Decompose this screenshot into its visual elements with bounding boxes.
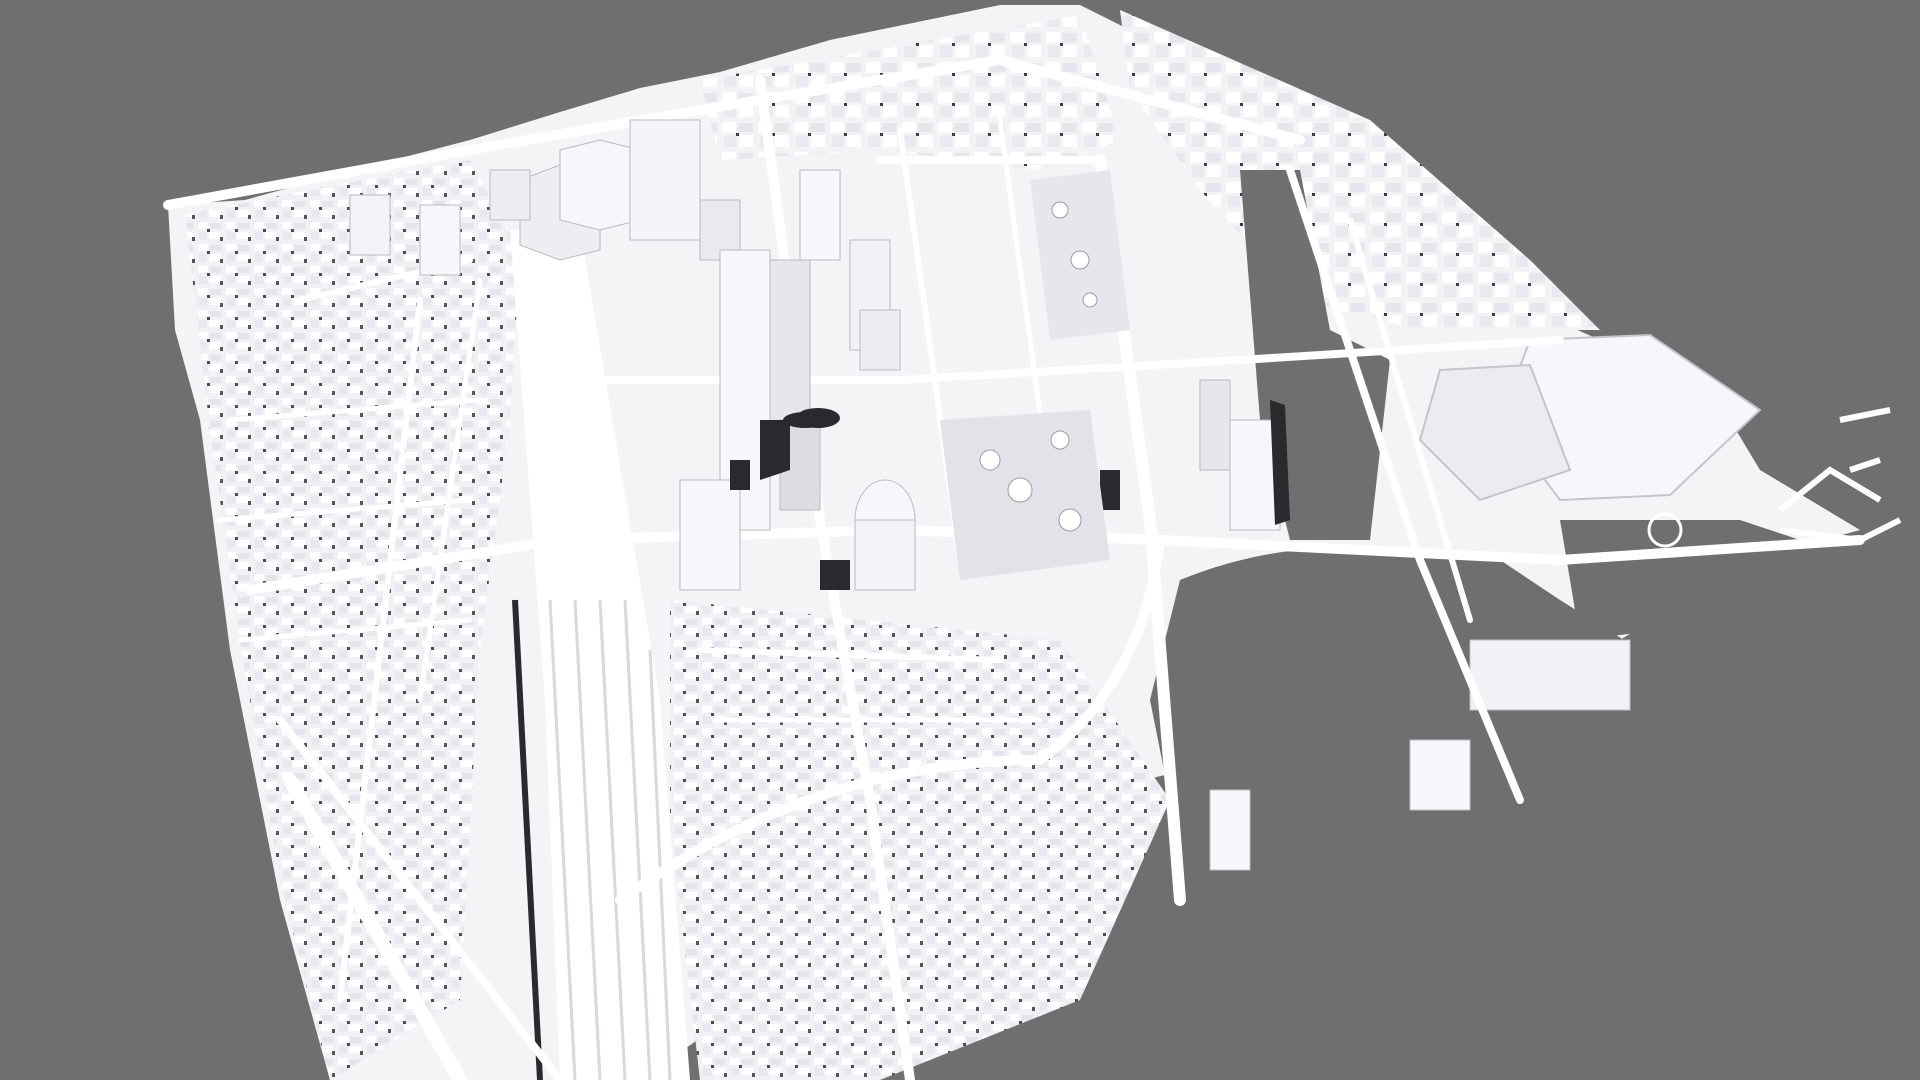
- warehouse-block: [1209, 789, 1251, 871]
- warehouse-block: [1409, 739, 1471, 811]
- exhibition-annex: [1469, 639, 1631, 711]
- roundabout: [796, 408, 840, 428]
- city-3d-scene[interactable]: [0, 0, 1920, 1080]
- map-viewport[interactable]: [0, 0, 1920, 1080]
